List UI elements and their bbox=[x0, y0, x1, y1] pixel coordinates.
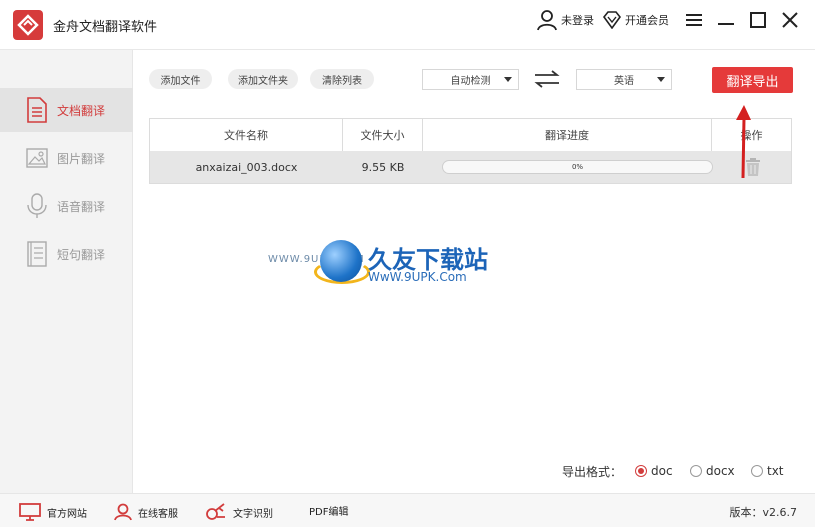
radio-doc[interactable] bbox=[635, 465, 647, 477]
watermark-globe-icon bbox=[320, 240, 362, 282]
source-language-select[interactable]: 自动检测 bbox=[422, 69, 519, 90]
login-label: 未登录 bbox=[561, 14, 594, 27]
vip-label: 开通会员 bbox=[625, 14, 669, 27]
radio-docx[interactable] bbox=[690, 465, 702, 477]
online-support-link[interactable]: 在线客服 bbox=[114, 503, 178, 521]
chevron-down-icon bbox=[657, 77, 665, 82]
maximize-icon bbox=[750, 12, 766, 28]
format-option-label: txt bbox=[767, 464, 784, 478]
menu-button[interactable] bbox=[679, 8, 709, 32]
sidebar-item-image[interactable]: 图片翻译 bbox=[0, 136, 133, 180]
annotation-arrow-icon bbox=[733, 104, 753, 184]
pdf-edit-link[interactable]: PDF编辑 bbox=[309, 503, 348, 518]
text-icon bbox=[27, 241, 47, 267]
progress-bar: 0% bbox=[442, 160, 713, 174]
column-header-size: 文件大小 bbox=[343, 119, 423, 151]
support-user-icon bbox=[114, 503, 132, 521]
file-name: anxaizai_003.docx bbox=[195, 160, 298, 174]
format-option-label: doc bbox=[651, 464, 673, 478]
sidebar-item-label: 短句翻译 bbox=[57, 247, 106, 262]
footer-label: 文字识别 bbox=[233, 508, 273, 520]
hamburger-icon bbox=[686, 14, 702, 26]
format-option-txt[interactable]: txt bbox=[751, 462, 784, 480]
sidebar-item-label: 文档翻译 bbox=[57, 103, 106, 118]
user-icon bbox=[537, 10, 557, 31]
format-option-doc[interactable]: doc bbox=[635, 462, 673, 480]
table-row[interactable]: anxaizai_003.docx 9.55 KB 0% bbox=[150, 151, 791, 183]
progress-text: 0% bbox=[571, 163, 584, 171]
clear-list-button[interactable]: 清除列表 bbox=[310, 69, 374, 89]
chevron-down-icon bbox=[504, 77, 512, 82]
add-folder-button[interactable]: 添加文件夹 bbox=[228, 69, 298, 89]
sidebar-item-label: 图片翻译 bbox=[57, 151, 106, 166]
sidebar-item-sentence[interactable]: 短句翻译 bbox=[0, 232, 133, 276]
column-header-progress: 翻译进度 bbox=[423, 119, 712, 151]
official-website-link[interactable]: 官方网站 bbox=[19, 503, 87, 521]
watermark-url: WwW.9UPK.Com bbox=[368, 270, 467, 284]
diamond-icon bbox=[602, 11, 622, 29]
footer-label: PDF编辑 bbox=[309, 507, 349, 518]
minimize-button[interactable] bbox=[711, 8, 741, 32]
footer-label: 在线客服 bbox=[138, 508, 178, 520]
format-option-label: docx bbox=[706, 464, 735, 478]
microphone-icon bbox=[27, 193, 47, 218]
sidebar-item-label: 语音翻译 bbox=[57, 199, 106, 214]
source-language-value: 自动检测 bbox=[450, 76, 491, 87]
close-icon bbox=[782, 12, 798, 28]
target-language-select[interactable]: 英语 bbox=[576, 69, 672, 90]
target-language-value: 英语 bbox=[614, 76, 634, 87]
vip-button[interactable]: 开通会员 bbox=[602, 11, 669, 29]
login-button[interactable]: 未登录 bbox=[536, 9, 594, 31]
sidebar-item-voice[interactable]: 语音翻译 bbox=[0, 184, 133, 228]
format-option-docx[interactable]: docx bbox=[690, 462, 735, 480]
file-size: 9.55 KB bbox=[361, 160, 405, 174]
sidebar-item-document[interactable]: 文档翻译 bbox=[0, 88, 133, 132]
monitor-icon bbox=[19, 503, 41, 521]
title-bar: 金舟文档翻译软件 未登录 开通会员 bbox=[0, 0, 815, 50]
translate-export-button[interactable]: 翻译导出 bbox=[712, 67, 793, 93]
version-label: 版本：v2.6.7 bbox=[729, 506, 798, 519]
add-file-button[interactable]: 添加文件 bbox=[149, 69, 212, 89]
scan-tool-icon bbox=[206, 503, 225, 520]
swap-languages-button[interactable] bbox=[533, 70, 561, 92]
radio-txt[interactable] bbox=[751, 465, 763, 477]
export-format-label: 导出格式： bbox=[562, 464, 623, 479]
close-button[interactable] bbox=[775, 8, 805, 32]
swap-icon bbox=[534, 70, 560, 88]
app-title: 金舟文档翻译软件 bbox=[53, 20, 158, 35]
document-icon bbox=[27, 97, 47, 123]
file-table: 文件名称 文件大小 翻译进度 操作 anxaizai_003.docx 9.55… bbox=[149, 118, 792, 184]
column-header-name: 文件名称 bbox=[150, 119, 343, 151]
app-logo-icon bbox=[13, 10, 43, 40]
minimize-icon bbox=[718, 23, 734, 25]
footer-label: 官方网站 bbox=[47, 508, 87, 520]
sidebar: 文档翻译 图片翻译 语音翻译 短句翻译 bbox=[0, 50, 133, 493]
maximize-button[interactable] bbox=[743, 8, 773, 32]
image-icon bbox=[26, 148, 48, 168]
ocr-link[interactable]: 文字识别 bbox=[205, 503, 273, 521]
watermark: WWW.9UPK.COM 久友下载站 WwW.9UPK.Com bbox=[268, 236, 508, 296]
footer: 官方网站 在线客服 文字识别 PDF编辑 版本：v2.6.7 bbox=[0, 493, 815, 527]
